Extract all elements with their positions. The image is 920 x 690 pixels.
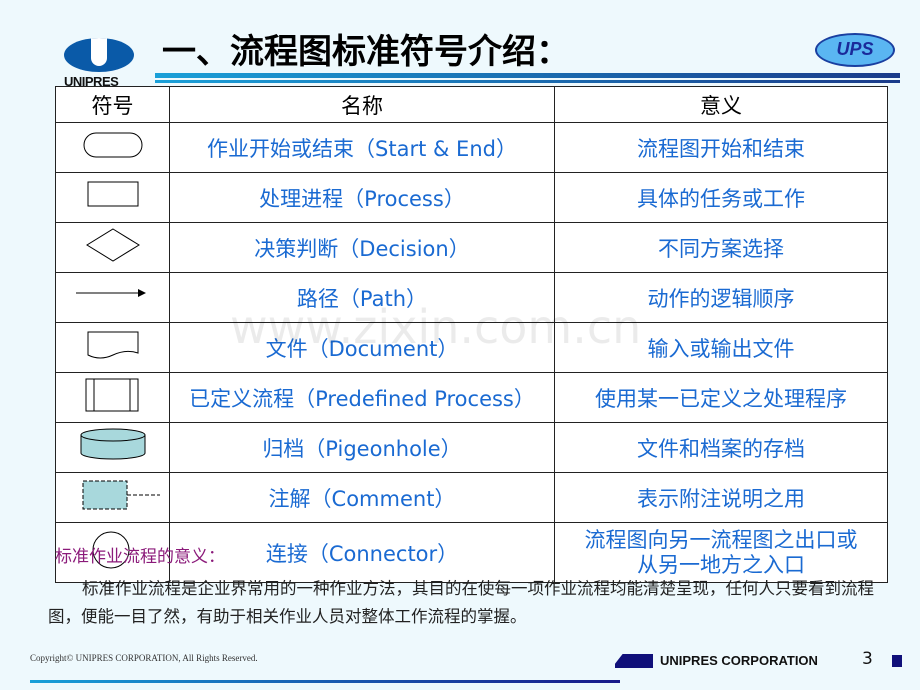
symbol-name: 连接（Connector） [169,522,555,583]
footer-line [30,680,620,683]
col-header: 名称 [169,86,555,123]
symbol-meaning: 不同方案选择 [554,222,888,273]
header-divider [155,80,900,83]
symbol-comment-icon [55,472,170,523]
table-row: 决策判断（Decision） 不同方案选择 [55,222,888,273]
symbol-name: 已定义流程（Predefined Process） [169,372,555,423]
symbol-document-icon [55,322,170,373]
symbol-arrow-icon [55,272,170,323]
description-paragraph: 标准作业流程是企业界常用的一种作业方法，其目的在使每一项作业流程均能清楚呈现，任… [48,579,874,626]
symbol-cylinder-icon [55,422,170,473]
page-number: 3 [862,649,873,669]
symbol-meaning: 流程图向另一流程图之出口或从另一地方之入口 [554,522,888,583]
symbol-decision-icon [55,222,170,273]
symbol-meaning: 流程图开始和结束 [554,122,888,173]
symbol-name: 作业开始或结束（Start & End） [169,122,555,173]
note-title: 标准作业流程的意义： [55,547,225,567]
symbol-name: 决策判断（Decision） [169,222,555,273]
page-title: 一、流程图标准符号介绍： [162,32,570,72]
table-row: 作业开始或结束（Start & End） 流程图开始和结束 [55,122,888,173]
symbol-process-icon [55,172,170,223]
symbol-meaning: 使用某一已定义之处理程序 [554,372,888,423]
header-divider [155,73,900,78]
unipres-logo: UNIPRES [64,38,136,89]
symbol-meaning: 文件和档案的存档 [554,422,888,473]
symbol-terminator-icon [55,122,170,173]
symbol-meaning: 具体的任务或工作 [554,172,888,223]
footer-square [892,655,902,667]
symbol-name: 归档（Pigeonhole） [169,422,555,473]
col-header: 意义 [554,86,888,123]
symbol-name: 处理进程（Process） [169,172,555,223]
table-row: 处理进程（Process） 具体的任务或工作 [55,172,888,223]
table-row: 归档（Pigeonhole） 文件和档案的存档 [55,422,888,473]
table-row: 注解（Comment） 表示附注说明之用 [55,472,888,523]
symbol-predefined-icon [55,372,170,423]
footer-block [615,654,653,668]
symbol-meaning: 表示附注说明之用 [554,472,888,523]
col-header: 符号 [55,86,170,123]
watermark: www.zixin.com.cn [230,300,642,354]
ups-logo: UPS [815,33,895,67]
footer-corp: UNIPRES CORPORATION [660,653,818,668]
symbol-name: 注解（Comment） [169,472,555,523]
copyright: Copyright© UNIPRES CORPORATION, All Righ… [30,653,258,663]
table-row: 已定义流程（Predefined Process） 使用某一已定义之处理程序 [55,372,888,423]
